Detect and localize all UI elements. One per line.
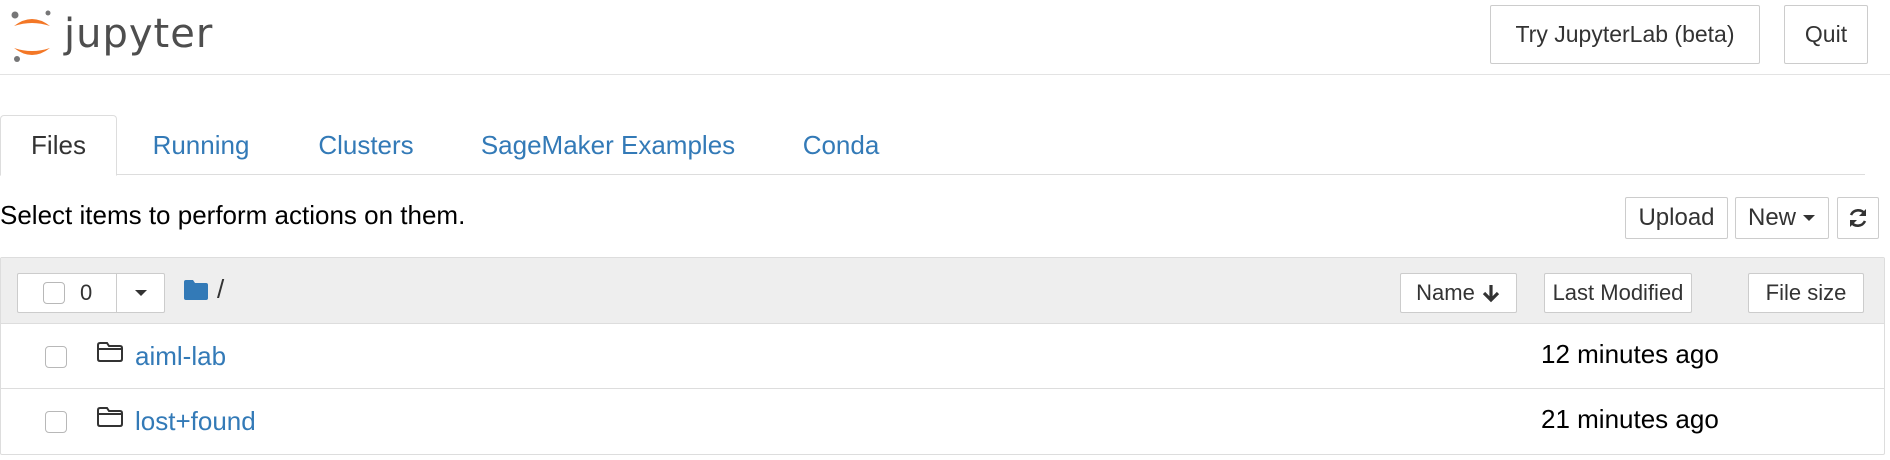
jupyter-logo[interactable]: jupyter	[8, 4, 213, 64]
quit-button[interactable]: Quit	[1784, 5, 1868, 64]
file-list-header: 0 / Name Last Modified File size	[1, 258, 1884, 324]
main-tabs: Files Running Clusters SageMaker Example…	[0, 115, 1865, 176]
new-dropdown-button[interactable]: New	[1735, 197, 1829, 239]
refresh-icon	[1849, 209, 1867, 227]
sort-file-size-label: File size	[1765, 280, 1847, 305]
tab-files[interactable]: Files	[0, 115, 117, 176]
selection-info: Select items to perform actions on them.	[0, 200, 466, 230]
header: jupyter Try JupyterLab (beta) Quit	[0, 0, 1890, 75]
sort-last-modified-button[interactable]: Last Modified	[1544, 273, 1692, 313]
tab-sagemaker-examples-label: SageMaker Examples	[480, 129, 736, 160]
upload-label: Upload	[1638, 204, 1715, 231]
sort-name-label: Name	[1416, 280, 1475, 305]
list-item[interactable]: lost+found 21 minutes ago	[1, 388, 1884, 452]
upload-button[interactable]: Upload	[1625, 197, 1728, 239]
select-all-checkbox[interactable]	[43, 282, 65, 304]
tab-conda[interactable]: Conda	[788, 115, 894, 175]
item-modified: 12 minutes ago	[1541, 339, 1719, 369]
try-jupyterlab-label: Try JupyterLab (beta)	[1515, 21, 1735, 47]
logo-text: jupyter	[64, 11, 214, 57]
refresh-button[interactable]	[1837, 197, 1879, 239]
arrow-down-icon	[1482, 285, 1499, 303]
tab-running-label: Running	[152, 129, 250, 160]
file-list: 0 / Name Last Modified File size aiml-la…	[0, 257, 1885, 455]
tab-running[interactable]: Running	[138, 115, 264, 175]
caret-down-icon	[134, 290, 147, 296]
item-name-link[interactable]: aiml-lab	[135, 341, 226, 372]
tab-files-label: Files	[31, 130, 86, 160]
selected-count: 0	[80, 280, 93, 305]
folder-icon[interactable]	[183, 279, 209, 301]
item-modified: 21 minutes ago	[1541, 404, 1719, 434]
tab-clusters-label: Clusters	[318, 129, 414, 160]
sort-name-button[interactable]: Name	[1400, 273, 1517, 313]
select-menu-button[interactable]	[117, 274, 164, 312]
quit-label: Quit	[1804, 21, 1848, 47]
list-item[interactable]: aiml-lab 12 minutes ago	[1, 324, 1884, 388]
try-jupyterlab-button[interactable]: Try JupyterLab (beta)	[1490, 5, 1760, 64]
tab-sagemaker-examples[interactable]: SageMaker Examples	[468, 115, 748, 175]
jupyter-logo-icon	[11, 10, 51, 62]
folder-icon	[97, 342, 123, 362]
folder-icon	[97, 407, 123, 427]
item-checkbox[interactable]	[45, 411, 67, 433]
tab-clusters[interactable]: Clusters	[304, 115, 428, 175]
breadcrumb-root[interactable]: /	[217, 274, 224, 305]
select-all-group: 0	[17, 273, 165, 313]
caret-down-icon	[1803, 215, 1815, 221]
item-name-link[interactable]: lost+found	[135, 406, 256, 437]
tab-conda-label: Conda	[802, 129, 880, 160]
sort-file-size-button[interactable]: File size	[1748, 273, 1864, 313]
new-label: New	[1747, 204, 1796, 231]
sort-last-modified-label: Last Modified	[1552, 280, 1684, 305]
item-checkbox[interactable]	[45, 346, 67, 368]
